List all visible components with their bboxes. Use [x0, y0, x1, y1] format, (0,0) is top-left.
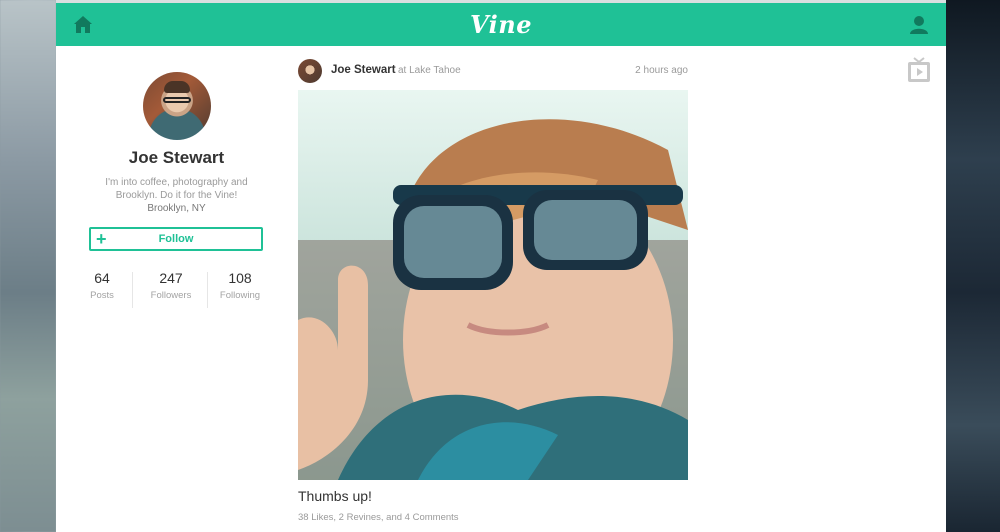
post-caption: Thumbs up! [298, 488, 372, 504]
stat-label: Following [219, 290, 261, 301]
stat-divider [132, 272, 133, 308]
tv-icon[interactable] [907, 57, 931, 83]
stat-value: 64 [94, 270, 110, 286]
stat-divider [207, 272, 208, 308]
post-location[interactable]: at Lake Tahoe [398, 65, 461, 76]
post-header: Joe Stewart at Lake Tahoe 2 hours ago [298, 59, 688, 83]
stat-posts[interactable]: 64 Posts [73, 270, 131, 301]
stat-label: Posts [90, 290, 114, 301]
user-icon[interactable] [908, 14, 930, 36]
profile-bio: I'm into coffee, photography and Brookly… [105, 177, 248, 201]
stat-label: Followers [150, 290, 192, 301]
profile-name: Joe Stewart [128, 148, 225, 167]
stat-value: 108 [228, 270, 252, 286]
post-timestamp: 2 hours ago [635, 65, 688, 76]
background-right [946, 0, 1000, 532]
post-engagement[interactable]: 38 Likes, 2 Revines, and 4 Comments [298, 512, 459, 523]
post-author[interactable]: Joe Stewart [331, 64, 396, 76]
profile-location: Brooklyn, NY [147, 203, 206, 214]
stat-value: 247 [159, 270, 183, 286]
stat-followers[interactable]: 247 Followers [142, 270, 200, 301]
post-video[interactable] [298, 90, 688, 480]
app-window: Vine Joe Stewart I'm into coffee, photog… [56, 0, 946, 532]
profile-avatar[interactable] [142, 72, 211, 140]
profile-stats: 64 Posts 247 Followers 108 Following [89, 270, 263, 310]
top-navbar: Vine [56, 3, 946, 46]
follow-button[interactable]: + Follow [89, 227, 263, 251]
stat-following[interactable]: 108 Following [211, 270, 269, 301]
profile-panel: Joe Stewart I'm into coffee, photography… [89, 72, 264, 308]
background-left [0, 0, 56, 532]
post-author-avatar[interactable] [298, 59, 322, 83]
follow-label: Follow [158, 233, 194, 245]
vine-logo[interactable]: Vine [56, 10, 946, 39]
